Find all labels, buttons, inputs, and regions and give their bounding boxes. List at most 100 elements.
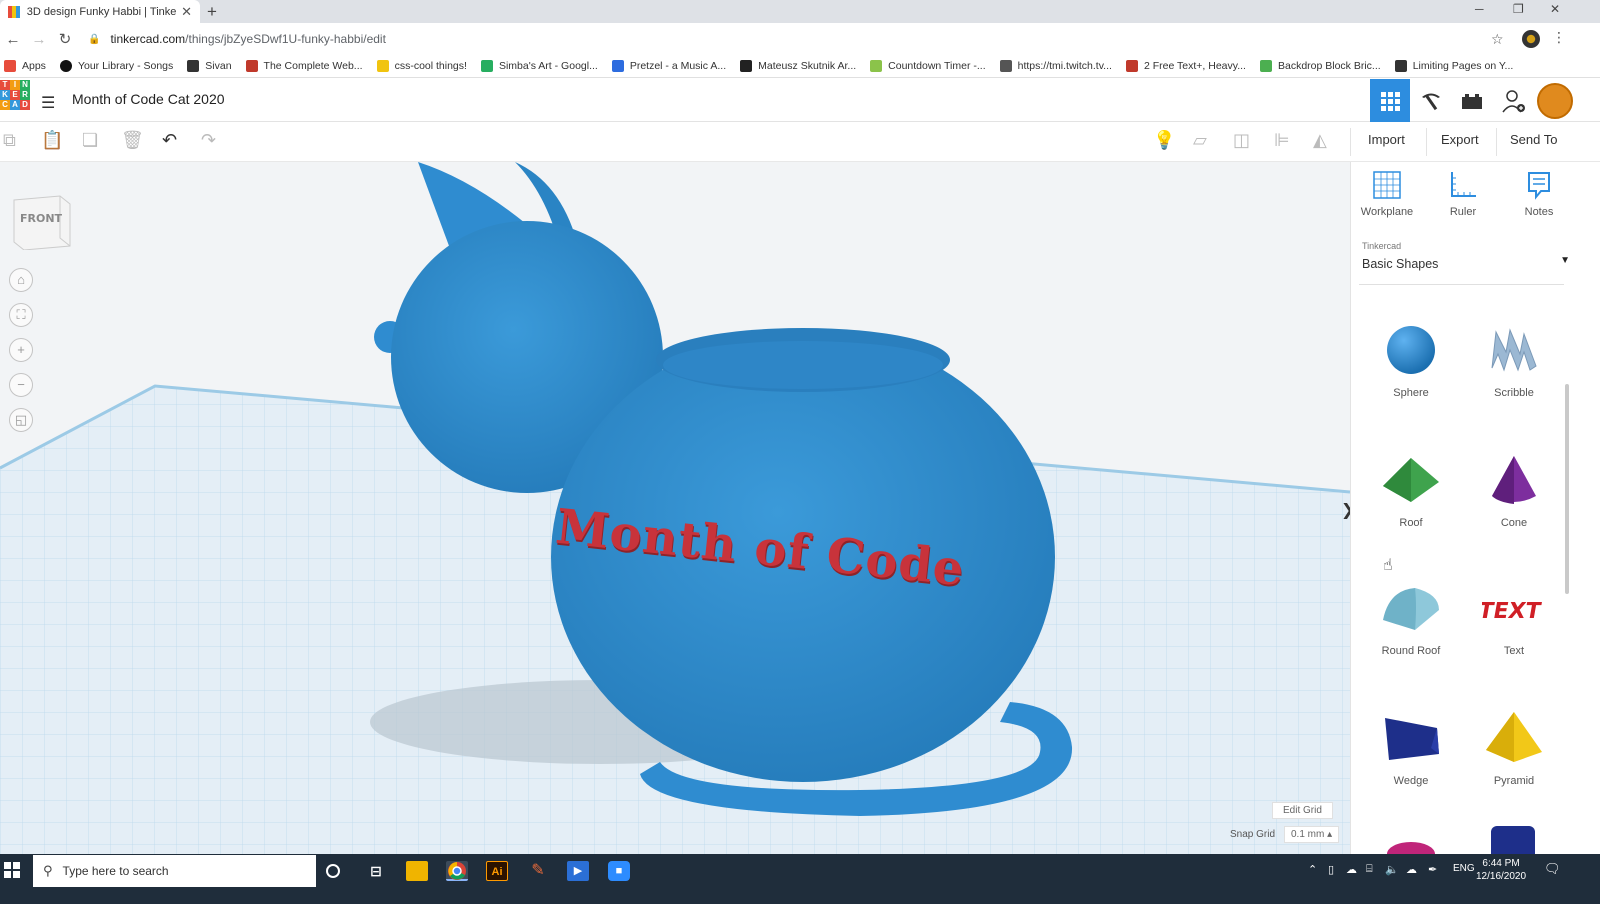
onedrive-icon[interactable]: ☁ — [1346, 863, 1357, 876]
bookmark-item[interactable]: css-cool things! — [376, 60, 467, 72]
minimize-icon[interactable]: ─ — [1475, 2, 1484, 16]
chrome-icon[interactable] — [446, 861, 468, 881]
profile-avatar[interactable] — [1522, 30, 1540, 48]
align-icon[interactable]: ⊫ — [1274, 130, 1290, 151]
design-title[interactable]: Month of Code Cat 2020 — [72, 91, 225, 107]
bookmark-star-icon[interactable]: ☆ — [1491, 31, 1504, 48]
tray-device-icon[interactable]: ▯ — [1328, 863, 1334, 876]
file-explorer-icon[interactable] — [406, 861, 428, 881]
send-to-button[interactable]: Send To — [1498, 132, 1569, 147]
design-list-icon[interactable]: ☰ — [41, 93, 55, 113]
shape-cone[interactable]: Cone — [1464, 452, 1564, 529]
redo-icon[interactable]: ↷ — [201, 130, 216, 151]
copy-icon[interactable]: ⧉ — [3, 130, 16, 151]
shape-pyramid[interactable]: Pyramid — [1464, 710, 1564, 787]
bookmark-item[interactable]: Sivan — [187, 60, 232, 72]
home-view-icon[interactable]: ⌂ — [9, 268, 33, 292]
language-indicator[interactable]: ENG — [1453, 863, 1475, 874]
mirror-icon[interactable]: ◭ — [1313, 130, 1327, 151]
delete-icon[interactable]: 🗑 — [121, 130, 144, 151]
collapse-panel-icon[interactable]: ❯ — [1341, 500, 1350, 520]
sketch-app-icon[interactable]: ✎ — [527, 861, 549, 881]
cortana-icon[interactable] — [326, 864, 340, 878]
import-button[interactable]: Import — [1356, 132, 1417, 147]
note-shape-icon[interactable]: ▱ — [1193, 130, 1207, 151]
browser-tab[interactable]: 3D design Funky Habbi | Tinkercad ✕ — [0, 0, 200, 23]
taskbar-clock[interactable]: 6:44 PM 12/16/2020 — [1476, 857, 1526, 883]
pen-icon[interactable]: ✒ — [1428, 863, 1437, 876]
export-button[interactable]: Export — [1429, 132, 1491, 147]
restore-icon[interactable]: ❐ — [1513, 2, 1524, 16]
shape-roof[interactable]: Roof — [1361, 452, 1461, 529]
close-window-icon[interactable]: ✕ — [1550, 2, 1560, 16]
shape-partial-magenta[interactable] — [1387, 842, 1435, 854]
workplane-scene[interactable] — [0, 162, 1350, 854]
back-icon[interactable]: ← — [0, 31, 26, 48]
bookmark-item[interactable]: Limiting Pages on Y... — [1394, 60, 1513, 72]
taskbar-search[interactable]: ⚲ Type here to search — [33, 855, 316, 887]
shape-wedge[interactable]: Wedge — [1361, 710, 1461, 787]
light-bulb-icon[interactable]: 💡 — [1153, 130, 1175, 151]
network-icon[interactable]: ⌸ — [1366, 863, 1373, 876]
shape-library-select[interactable]: Tinkercad Basic Shapes ▼ — [1359, 237, 1570, 285]
bookmark-item[interactable]: Mateusz Skutnik Ar... — [740, 60, 856, 72]
url-field[interactable]: 🔒 tinkercad.com/things/jbZyeSDwf1U-funky… — [88, 28, 1488, 50]
shape-sphere[interactable]: Sphere — [1361, 322, 1461, 399]
bookmark-item[interactable]: The Complete Web... — [245, 60, 363, 72]
fit-view-icon[interactable]: ⛶ — [9, 303, 33, 327]
shape-scribble[interactable]: Scribble — [1464, 322, 1564, 399]
paste-icon[interactable]: 📋 — [41, 130, 63, 151]
cloud-icon[interactable]: ☁ — [1406, 863, 1417, 876]
block-icon — [1259, 60, 1272, 72]
volume-icon[interactable]: 🔈 — [1385, 863, 1399, 876]
new-tab-icon[interactable]: + — [207, 2, 217, 22]
illustrator-icon[interactable]: Ai — [486, 861, 508, 881]
bookmark-item[interactable]: Countdown Timer -... — [870, 60, 986, 72]
notes-label: Notes — [1524, 206, 1554, 218]
bookmark-item[interactable]: 2 Free Text+, Heavy... — [1125, 60, 1246, 72]
perspective-icon[interactable]: ◱ — [9, 408, 33, 432]
bookmark-item[interactable]: Simba's Art - Googl... — [480, 60, 598, 72]
task-view-icon[interactable]: ⊟ — [365, 861, 387, 881]
bookmark-item[interactable]: Pretzel - a Music A... — [611, 60, 726, 72]
3d-view-button[interactable] — [1370, 79, 1410, 122]
bookmark-item[interactable]: Backdrop Block Bric... — [1259, 60, 1381, 72]
forward-icon[interactable]: → — [26, 31, 52, 48]
close-tab-icon[interactable]: ✕ — [181, 4, 192, 20]
media-player-icon[interactable]: ▶ — [567, 861, 589, 881]
blocks-pickaxe-button[interactable] — [1411, 79, 1451, 122]
browser-menu-icon[interactable]: ⋮ — [1552, 29, 1566, 46]
notifications-icon[interactable]: 🗨 — [1544, 861, 1561, 877]
notes-tool[interactable]: Notes — [1509, 170, 1569, 218]
workplane-canvas[interactable]: Month of Code FRONT ⌂ ⛶ + − ◱ ❯ Edit Gri… — [0, 162, 1350, 854]
shape-label: Round Roof — [1381, 645, 1441, 657]
cone-icon — [1492, 456, 1536, 504]
bookmark-item[interactable]: Apps — [4, 60, 46, 72]
bricks-button[interactable] — [1452, 79, 1492, 122]
bookmark-item[interactable]: https://tmi.twitch.tv... — [999, 60, 1112, 72]
duplicate-icon[interactable]: ❏ — [82, 130, 98, 151]
invite-user-button[interactable] — [1494, 79, 1534, 122]
snap-grid-select[interactable]: 0.1 mm ▴ — [1284, 826, 1340, 843]
user-avatar[interactable] — [1537, 83, 1573, 119]
shape-partial-blue[interactable] — [1491, 826, 1535, 854]
zoom-out-icon[interactable]: − — [9, 373, 33, 397]
bookmark-label: Apps — [22, 60, 46, 72]
ruler-tool[interactable]: Ruler — [1433, 170, 1493, 218]
tray-expand-icon[interactable]: ⌃ — [1308, 863, 1317, 876]
reload-icon[interactable]: ↻ — [52, 30, 78, 48]
group-icon[interactable]: ◫ — [1233, 130, 1250, 151]
zoom-in-icon[interactable]: + — [9, 338, 33, 362]
shape-text[interactable]: TEXT Text — [1464, 580, 1564, 657]
workplane-tool[interactable]: Workplane — [1357, 170, 1417, 218]
shape-round-roof[interactable]: Round Roof — [1361, 580, 1461, 657]
tinkercad-logo[interactable]: TINKERCAD — [0, 80, 30, 120]
panel-scrollbar[interactable] — [1565, 384, 1569, 594]
edit-toolbar: ⧉ 📋 ❏ 🗑 ↶ ↷ 💡 ▱ ◫ ⊫ ◭ Import Export Send… — [0, 122, 1600, 162]
windows-start-icon[interactable] — [4, 862, 20, 881]
bookmark-item[interactable]: Your Library - Songs — [59, 60, 173, 72]
edit-grid-button[interactable]: Edit Grid — [1272, 802, 1333, 819]
zoom-app-icon[interactable]: ■ — [608, 861, 630, 881]
view-cube[interactable]: FRONT — [12, 190, 72, 251]
undo-icon[interactable]: ↶ — [162, 130, 177, 151]
